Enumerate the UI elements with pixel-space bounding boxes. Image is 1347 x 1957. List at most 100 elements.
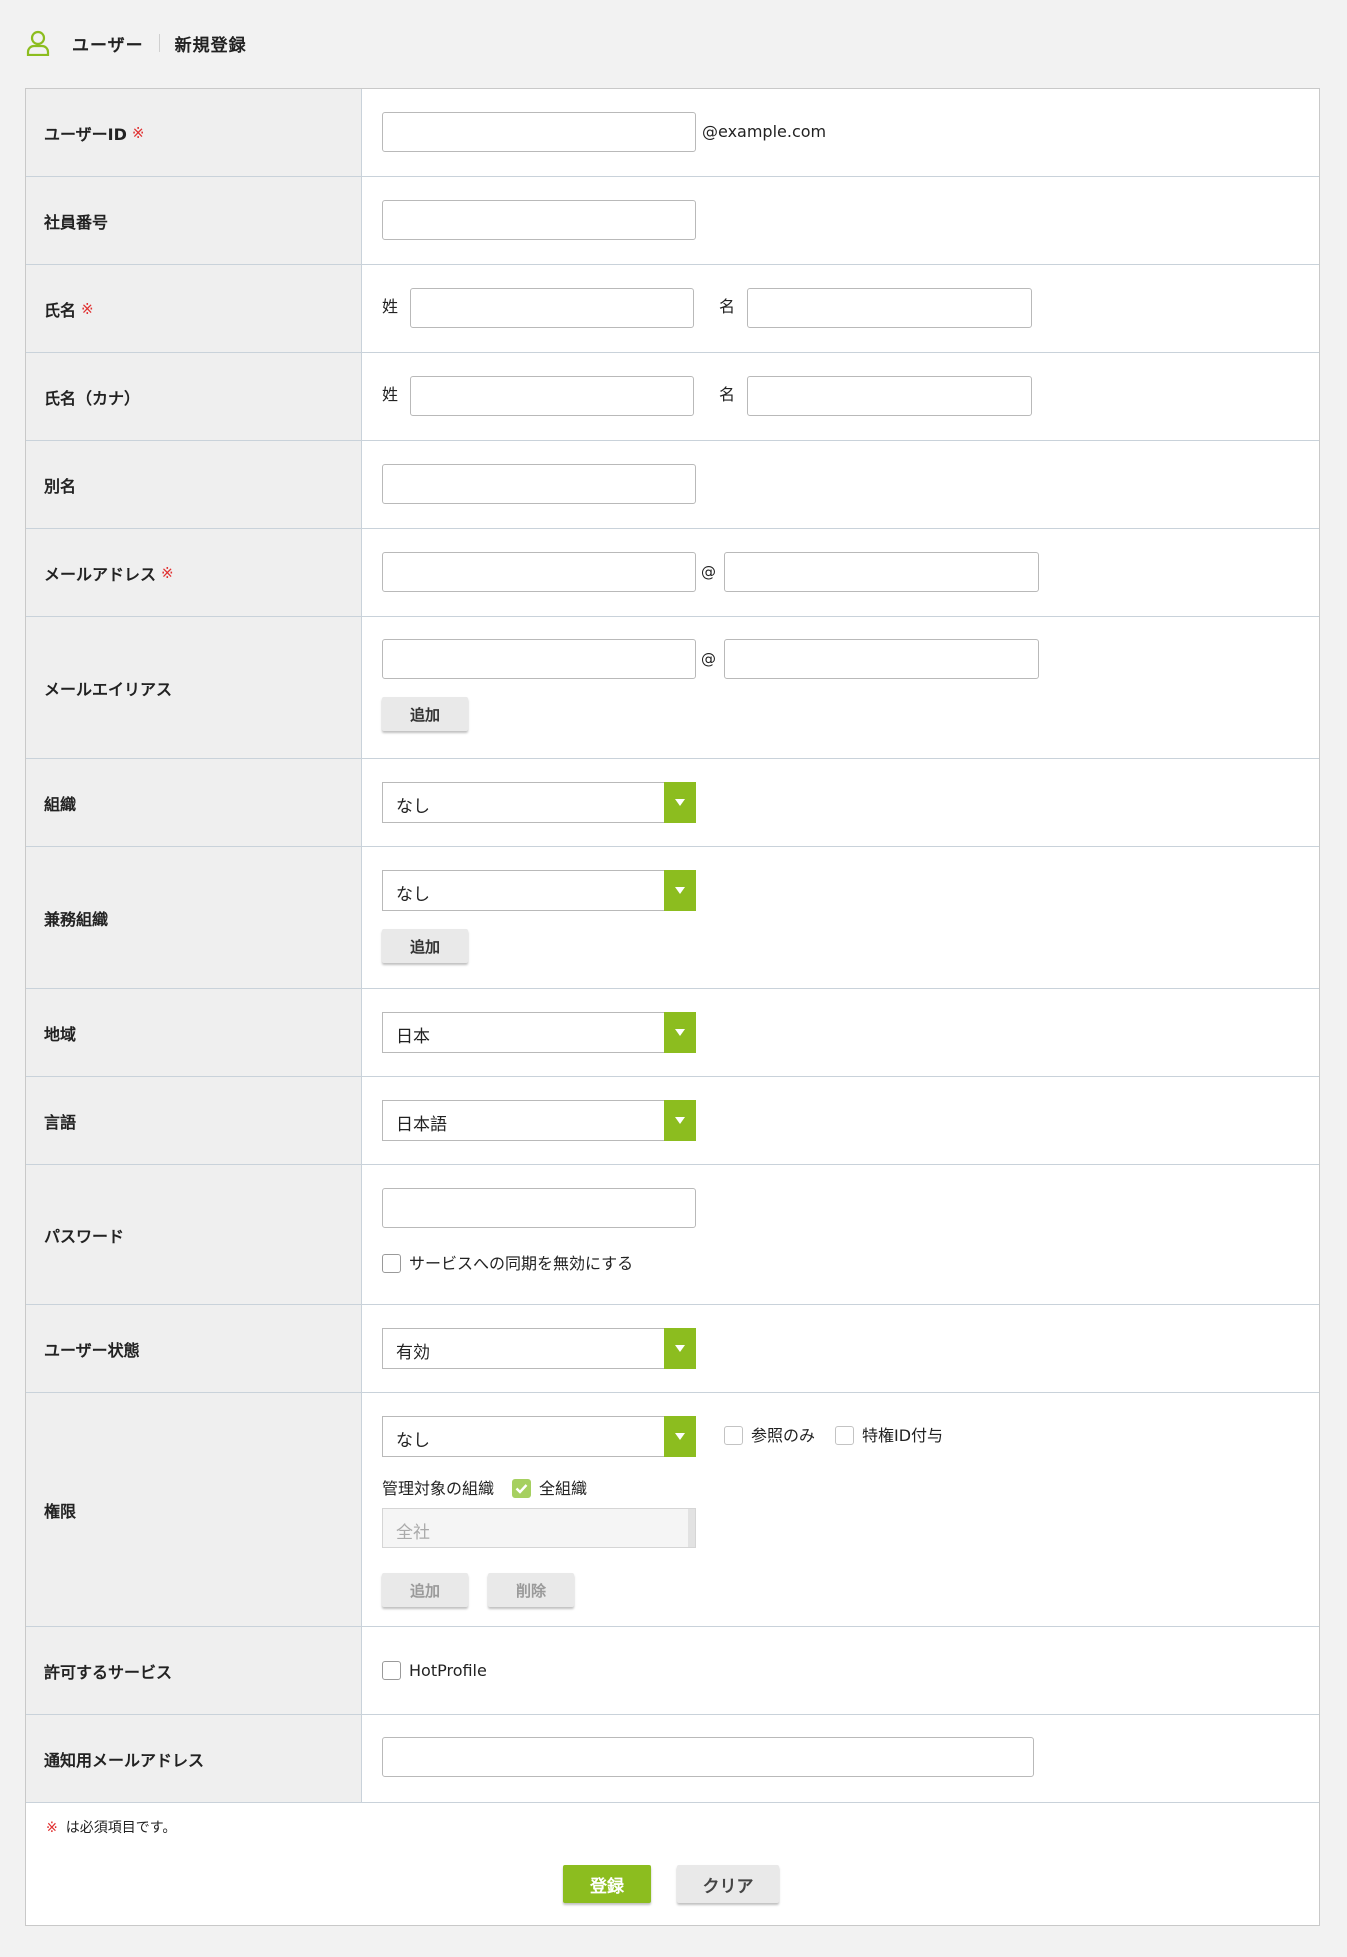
privileged-id-checkbox[interactable]	[835, 1426, 854, 1445]
readonly-checkbox[interactable]	[724, 1426, 743, 1445]
row-language: 言語 日本語	[26, 1077, 1319, 1165]
row-user-status: ユーザー状態 有効	[26, 1305, 1319, 1393]
page-title: 新規登録	[174, 35, 247, 56]
required-note-text: は必須項目です。	[65, 1820, 177, 1836]
required-mark: ※	[161, 563, 174, 582]
password-label: パスワード	[26, 1165, 362, 1304]
row-employee-number: 社員番号	[26, 177, 1319, 265]
user-status-label: ユーザー状態	[26, 1305, 362, 1392]
user-id-input[interactable]	[382, 112, 696, 152]
language-select[interactable]: 日本語	[382, 1100, 696, 1141]
last-name-kana-label: 姓	[382, 385, 399, 404]
name-kana-label: 氏名（カナ）	[26, 353, 362, 440]
row-notify-email: 通知用メールアドレス	[26, 1715, 1319, 1803]
user-id-label: ユーザーID ※	[26, 89, 362, 176]
language-select-value: 日本語	[396, 1115, 447, 1135]
concurrent-org-label: 兼務組織	[26, 847, 362, 988]
page-header: ユーザー 新規登録	[26, 28, 247, 58]
concurrent-org-select-value: なし	[396, 885, 430, 905]
last-name-label: 姓	[382, 297, 399, 316]
user-id-domain-suffix: @example.com	[702, 122, 827, 141]
user-status-select-value: 有効	[396, 1343, 430, 1363]
chevron-down-icon[interactable]	[664, 1100, 696, 1141]
row-region: 地域 日本	[26, 989, 1319, 1077]
row-concurrent-org: 兼務組織 なし 追加	[26, 847, 1319, 989]
email-alias-local-input[interactable]	[382, 639, 696, 679]
row-name: 氏名 ※ 姓 名	[26, 265, 1319, 353]
concurrent-org-add-button[interactable]: 追加	[382, 929, 468, 963]
permission-select[interactable]: なし	[382, 1416, 696, 1457]
org-select-value: なし	[396, 797, 430, 817]
permission-select-value: なし	[396, 1431, 430, 1451]
managed-org-list: 全社	[382, 1508, 696, 1548]
language-label: 言語	[26, 1077, 362, 1164]
last-name-input[interactable]	[410, 288, 694, 328]
name-label: 氏名 ※	[26, 265, 362, 352]
chevron-down-icon[interactable]	[664, 1328, 696, 1369]
row-name-kana: 氏名（カナ） 姓 名	[26, 353, 1319, 441]
all-orgs-checkbox[interactable]	[512, 1479, 531, 1498]
managed-org-list-value: 全社	[396, 1523, 430, 1543]
permission-label: 権限	[26, 1393, 362, 1626]
disable-sync-checkbox[interactable]	[382, 1254, 401, 1273]
managed-org-delete-button[interactable]: 削除	[488, 1573, 574, 1607]
email-alias-add-button[interactable]: 追加	[382, 697, 468, 731]
row-email: メールアドレス ※ @	[26, 529, 1319, 617]
employee-number-label: 社員番号	[26, 177, 362, 264]
privileged-id-label: 特権ID付与	[862, 1426, 944, 1445]
required-mark: ※	[131, 123, 145, 142]
notify-email-input[interactable]	[382, 1737, 1034, 1777]
row-email-alias: メールエイリアス @ 追加	[26, 617, 1319, 759]
first-name-label: 名	[719, 297, 736, 316]
breadcrumb-section[interactable]: ユーザー	[72, 31, 144, 56]
first-name-kana-label: 名	[719, 385, 736, 404]
email-domain-input[interactable]	[724, 552, 1039, 592]
user-status-select[interactable]: 有効	[382, 1328, 696, 1369]
row-permission: 権限 なし 参照のみ 特権ID付与 管理対象の組織 全組織 全社 追加 削除	[26, 1393, 1319, 1627]
required-mark: ※	[81, 299, 94, 318]
managed-org-label: 管理対象の組織	[382, 1479, 495, 1498]
row-org: 組織 なし	[26, 759, 1319, 847]
notify-email-label: 通知用メールアドレス	[26, 1715, 362, 1802]
hotprofile-checkbox[interactable]	[382, 1661, 401, 1680]
all-orgs-label: 全組織	[539, 1479, 588, 1498]
chevron-down-icon[interactable]	[664, 1012, 696, 1053]
clear-button[interactable]: クリア	[677, 1865, 779, 1903]
concurrent-org-select[interactable]: なし	[382, 870, 696, 911]
region-select-value: 日本	[396, 1027, 430, 1047]
org-select[interactable]: なし	[382, 782, 696, 823]
alias-input[interactable]	[382, 464, 696, 504]
check-icon	[515, 1484, 528, 1494]
row-services: 許可するサービス HotProfile	[26, 1627, 1319, 1715]
chevron-down-icon[interactable]	[664, 1416, 696, 1457]
user-icon	[26, 30, 50, 56]
submit-button[interactable]: 登録	[563, 1865, 651, 1903]
alias-label: 別名	[26, 441, 362, 528]
required-note: ※ は必須項目です。	[46, 1817, 176, 1837]
managed-org-list-scrollbar[interactable]	[688, 1509, 695, 1547]
disable-sync-label: サービスへの同期を無効にする	[409, 1254, 634, 1273]
chevron-down-icon[interactable]	[664, 870, 696, 911]
email-at-sign: @	[701, 563, 716, 581]
first-name-kana-input[interactable]	[747, 376, 1032, 416]
readonly-label: 参照のみ	[751, 1426, 816, 1445]
email-alias-at-sign: @	[701, 650, 716, 668]
services-label: 許可するサービス	[26, 1627, 362, 1714]
first-name-input[interactable]	[747, 288, 1032, 328]
email-alias-domain-input[interactable]	[724, 639, 1039, 679]
row-alias: 別名	[26, 441, 1319, 529]
user-registration-form: ユーザーID ※ @example.com 社員番号 氏名 ※ 姓 名 氏名（カナ）…	[25, 88, 1320, 1926]
region-select[interactable]: 日本	[382, 1012, 696, 1053]
last-name-kana-input[interactable]	[410, 376, 694, 416]
row-password: パスワード サービスへの同期を無効にする	[26, 1165, 1319, 1305]
employee-number-input[interactable]	[382, 200, 696, 240]
breadcrumb-divider	[158, 34, 160, 52]
hotprofile-label: HotProfile	[409, 1661, 487, 1680]
org-label: 組織	[26, 759, 362, 846]
chevron-down-icon[interactable]	[664, 782, 696, 823]
managed-org-add-button[interactable]: 追加	[382, 1573, 468, 1607]
password-input[interactable]	[382, 1188, 696, 1228]
email-local-input[interactable]	[382, 552, 696, 592]
required-note-mark: ※	[46, 1820, 58, 1836]
email-label: メールアドレス ※	[26, 529, 362, 616]
